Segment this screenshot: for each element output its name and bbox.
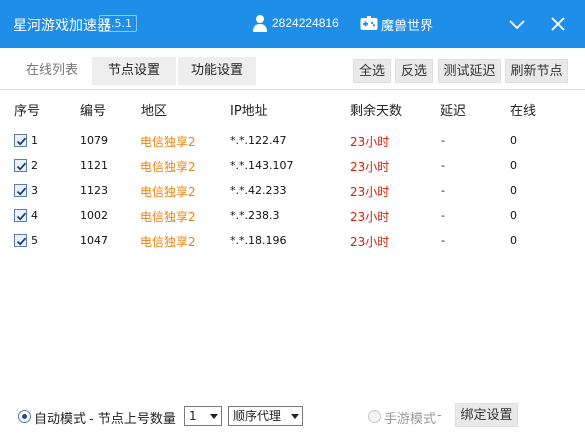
row-id: 1047 <box>80 234 108 247</box>
row-remaining-days: 23小时 <box>350 210 390 224</box>
test-latency-button[interactable]: 测试延迟 <box>438 59 501 83</box>
title-bar: 星河游戏加速器 1.5.1 2824224816 魔兽世界 <box>0 0 585 48</box>
header-id: 编号 <box>80 104 107 119</box>
invert-selection-button[interactable]: 反选 <box>395 59 433 83</box>
header-region: 地区 <box>141 104 168 119</box>
header-latency: 延迟 <box>440 104 467 119</box>
tab-online-list[interactable]: 在线列表 <box>13 57 91 85</box>
row-region: 电信独享2 <box>140 160 196 174</box>
refresh-nodes-button[interactable]: 刷新节点 <box>505 59 568 83</box>
table-row[interactable]: 2 1121 电信独享2 *.*.143.107 23小时 - 0 <box>0 153 585 178</box>
user-id[interactable]: 2824224816 <box>272 16 339 30</box>
header-index: 序号 <box>14 104 41 119</box>
row-online: 0 <box>510 209 517 222</box>
row-ip: *.*.143.107 <box>230 159 294 172</box>
row-online: 0 <box>510 134 517 147</box>
row-checkbox[interactable] <box>14 134 27 147</box>
row-index: 2 <box>31 159 38 172</box>
dropdown-arrow-icon <box>291 414 299 419</box>
mobile-mode-radio[interactable] <box>368 410 381 423</box>
mobile-mode-label: 手游模式 <box>384 412 437 427</box>
row-remaining-days: 23小时 <box>350 235 390 249</box>
row-latency: - <box>441 134 445 147</box>
bind-settings-button[interactable]: 绑定设置 <box>455 403 518 427</box>
dropdown-arrow-icon <box>210 414 218 419</box>
row-id: 1121 <box>80 159 108 172</box>
row-region: 电信独享2 <box>140 235 196 249</box>
row-online: 0 <box>510 234 517 247</box>
row-ip: *.*.42.233 <box>230 184 287 197</box>
table-row[interactable]: 5 1047 电信独享2 *.*.18.196 23小时 - 0 <box>0 228 585 253</box>
row-checkbox[interactable] <box>14 209 27 222</box>
proxy-mode-select[interactable]: 顺序代理 <box>228 406 303 426</box>
row-online: 0 <box>510 159 517 172</box>
row-ip: *.*.238.3 <box>230 209 280 222</box>
row-ip: *.*.18.196 <box>230 234 287 247</box>
row-ip: *.*.122.47 <box>230 134 287 147</box>
table-row[interactable]: 4 1002 电信独享2 *.*.238.3 23小时 - 0 <box>0 203 585 228</box>
row-remaining-days: 23小时 <box>350 185 390 199</box>
row-index: 4 <box>31 209 38 222</box>
game-name[interactable]: 魔兽世界 <box>381 15 433 34</box>
row-latency: - <box>441 184 445 197</box>
tab-node-settings[interactable]: 节点设置 <box>92 57 176 85</box>
row-id: 1123 <box>80 184 108 197</box>
row-latency: - <box>441 159 445 172</box>
header-online: 在线 <box>510 104 537 119</box>
auto-mode-radio[interactable] <box>18 410 31 423</box>
close-icon[interactable] <box>547 13 569 35</box>
row-latency: - <box>441 234 445 247</box>
row-latency: - <box>441 209 445 222</box>
row-checkbox[interactable] <box>14 234 27 247</box>
tab-divider <box>0 89 585 90</box>
node-count-label: - 节点上号数量 <box>89 412 176 427</box>
row-remaining-days: 23小时 <box>350 135 390 149</box>
row-region: 电信独享2 <box>140 135 196 149</box>
row-checkbox[interactable] <box>14 184 27 197</box>
tab-function-settings[interactable]: 功能设置 <box>178 57 256 85</box>
version-badge: 1.5.1 <box>99 15 137 32</box>
table-row[interactable]: 3 1123 电信独享2 *.*.42.233 23小时 - 0 <box>0 178 585 203</box>
table-row[interactable]: 1 1079 电信独享2 *.*.122.47 23小时 - 0 <box>0 128 585 153</box>
auto-mode-label[interactable]: 自动模式 <box>34 408 86 427</box>
node-count-value: 1 <box>189 409 197 423</box>
select-all-button[interactable]: 全选 <box>353 59 391 83</box>
node-count-select[interactable]: 1 <box>184 406 222 426</box>
mobile-mode-dash: - <box>437 408 442 423</box>
row-remaining-days: 23小时 <box>350 160 390 174</box>
row-region: 电信独享2 <box>140 210 196 224</box>
header-remaining-days: 剩余天数 <box>350 104 403 119</box>
row-index: 1 <box>31 134 38 147</box>
row-id: 1079 <box>80 134 108 147</box>
collapse-chevron-icon[interactable] <box>506 13 528 35</box>
gamepad-icon <box>360 16 378 30</box>
row-index: 3 <box>31 184 38 197</box>
row-checkbox[interactable] <box>14 159 27 172</box>
row-index: 5 <box>31 234 38 247</box>
user-icon[interactable] <box>252 14 268 32</box>
row-online: 0 <box>510 184 517 197</box>
proxy-mode-value: 顺序代理 <box>233 409 282 423</box>
row-region: 电信独享2 <box>140 185 196 199</box>
row-id: 1002 <box>80 209 108 222</box>
app-title: 星河游戏加速器 <box>13 18 111 34</box>
header-ip: IP地址 <box>230 104 268 119</box>
radio-selected-dot <box>22 414 27 419</box>
